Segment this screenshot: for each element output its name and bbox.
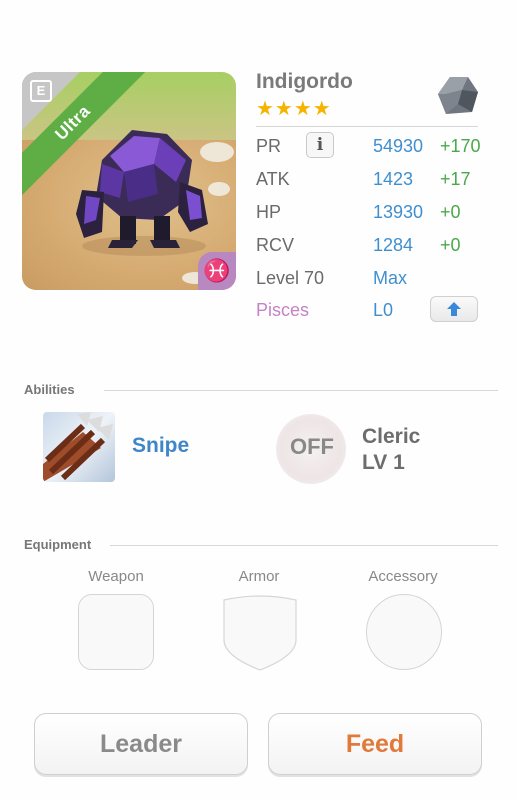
weapon-slot-label: Weapon <box>88 568 144 585</box>
stat-bonus: +170 <box>440 136 481 156</box>
ability-off-badge: OFF <box>290 434 334 459</box>
abilities-heading: Abilities <box>24 382 75 397</box>
stat-bonus: +0 <box>440 202 461 222</box>
star-rating: ★★★★ <box>256 98 332 120</box>
equipment-heading: Equipment <box>24 537 92 552</box>
cleric-ability-label[interactable]: Cleric LV 1 <box>362 424 420 476</box>
monster-portrait[interactable]: E Ultra ♓ <box>22 72 236 290</box>
equipment-marker-icon: E <box>30 80 52 102</box>
stat-bonus: +0 <box>440 235 461 255</box>
weapon-slot[interactable] <box>78 594 154 670</box>
stat-row-sign: Pisces L0 <box>256 296 496 328</box>
sign-level-value: L0 <box>373 300 394 320</box>
accessory-slot-label: Accessory <box>368 568 438 585</box>
header-divider <box>256 126 478 127</box>
stat-value: 54930 <box>373 136 424 156</box>
stat-label: RCV <box>256 235 295 255</box>
leader-button[interactable]: Leader <box>34 713 248 775</box>
armor-slot-label: Armor <box>238 568 280 585</box>
cleric-ability-level: LV 1 <box>362 451 405 474</box>
stat-value: 13930 <box>373 202 424 222</box>
stat-label: PR <box>256 136 282 156</box>
stat-value: 1284 <box>373 235 414 255</box>
stat-value: 1423 <box>373 169 414 189</box>
snipe-ability-name[interactable]: Snipe <box>132 434 189 458</box>
equipment-divider <box>110 545 498 546</box>
monster-illustration <box>76 130 208 256</box>
stat-row-hp: HP 13930 +0 <box>256 202 496 230</box>
stat-row-rcv: RCV 1284 +0 <box>256 235 496 263</box>
level-value: Max <box>373 268 408 288</box>
feed-button[interactable]: Feed <box>268 713 482 775</box>
snipe-ability-icon[interactable] <box>43 412 115 482</box>
stat-row-pr: PR i 54930 +170 <box>256 132 496 164</box>
info-button[interactable]: i <box>306 132 334 158</box>
arrow-up-icon <box>447 301 461 316</box>
rock-gem-icon <box>438 77 478 114</box>
monster-name: Indigordo <box>256 70 353 93</box>
cleric-ability-name: Cleric <box>362 425 421 448</box>
sign-upgrade-button[interactable] <box>430 296 478 322</box>
stat-label: ATK <box>256 169 290 189</box>
pisces-sign-icon: ♓ <box>198 252 236 290</box>
stat-row-atk: ATK 1423 +17 <box>256 169 496 197</box>
sign-label: Pisces <box>256 300 310 320</box>
accessory-slot[interactable] <box>366 594 442 670</box>
arrows-icon <box>43 412 113 482</box>
stat-bonus: +17 <box>440 169 471 189</box>
abilities-divider <box>104 390 498 391</box>
stat-label: HP <box>256 202 282 222</box>
level-label: Level 70 <box>256 268 325 288</box>
stat-row-level: Level 70 Max <box>256 268 496 296</box>
armor-slot[interactable] <box>222 594 298 672</box>
